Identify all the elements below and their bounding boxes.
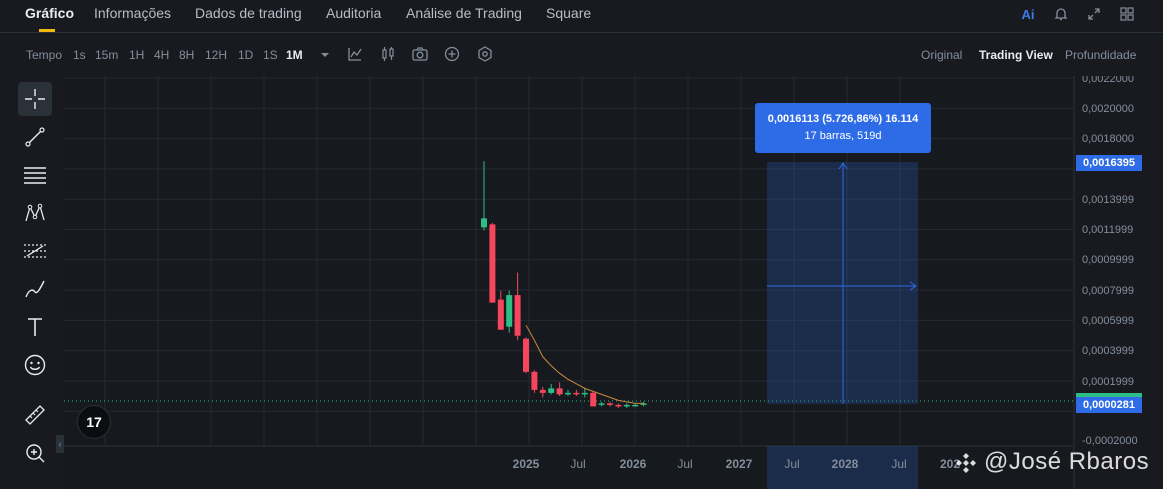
tempo-label: Tempo [26,48,63,62]
time-tick-label: Jul [891,457,906,471]
drawing-tools-sidebar [0,76,64,489]
tab-grafico[interactable]: Gráfico [25,5,74,21]
last-price-badge: 0,0000281 [1076,397,1142,413]
candle-body [590,392,597,407]
price-tick-label: 0,0022000 [1082,76,1134,85]
time-tick-label: 2028 [832,457,859,471]
candle-body [573,392,580,395]
active-tab-indicator [39,29,55,32]
view-original[interactable]: Original [921,48,962,62]
price-tick-label: 0,0020000 [1082,103,1134,115]
candle-body [548,388,555,393]
collapse-sidebar-button[interactable]: ‹ [56,435,64,453]
candle-body [623,404,630,407]
crosshair-icon[interactable] [18,82,52,116]
indicator-icon[interactable] [346,45,364,63]
interval-8h[interactable]: 8H [179,48,194,62]
chevron-down-icon[interactable] [316,45,334,63]
price-tick-label: 0,0007999 [1082,285,1134,297]
pattern-icon[interactable] [18,196,52,230]
tab-informacoes[interactable]: Informações [94,5,171,21]
candle-body [481,218,487,228]
candle-body [506,295,513,327]
expand-icon[interactable] [1085,6,1103,24]
candle-body [489,224,496,303]
time-axis: 2025 Jul 2026 Jul 2027 Jul 2028 Jul 202 [513,457,961,471]
time-tick-label: 2027 [726,457,753,471]
candle-type-icon[interactable] [379,45,397,63]
fib-icon[interactable] [18,234,52,268]
price-tick-label: 0,0009999 [1082,254,1134,266]
tab-square[interactable]: Square [546,5,591,21]
chart-toolbar: Tempo 1s 15m 1H 4H 8H 12H 1D 1S 1M Origi… [0,34,1163,76]
candle-body [598,403,605,405]
interval-1m[interactable]: 1M [286,48,303,62]
candle-body [565,392,571,395]
tradingview-logo[interactable]: 17 [77,405,111,439]
candle-body [556,388,563,395]
candle-body [523,338,529,372]
price-tick-label: 0,0011999 [1082,224,1133,236]
candle-body [531,371,538,390]
time-tick-label: 2026 [620,457,647,471]
interval-15m[interactable]: 15m [95,48,118,62]
emoji-icon[interactable] [18,348,52,382]
time-tick-label: Jul [784,457,799,471]
zoom-in-icon[interactable] [18,436,52,470]
candle-body [514,295,521,336]
interval-1d[interactable]: 1D [238,48,253,62]
settings-icon[interactable] [476,45,494,63]
interval-1h[interactable]: 1H [129,48,144,62]
text-icon[interactable] [18,310,52,344]
tab-dados-de-trading[interactable]: Dados de trading [195,5,302,21]
candle-body [607,403,613,405]
price-tick-label: 0,0001999 [1082,376,1134,388]
add-icon[interactable] [443,45,461,63]
candle-body [615,404,622,407]
time-tick-label: Jul [677,457,692,471]
interval-1s-week[interactable]: 1S [263,48,278,62]
bell-icon[interactable] [1052,6,1070,24]
interval-1s[interactable]: 1s [73,48,86,62]
interval-12h[interactable]: 12H [205,48,227,62]
trendline-icon[interactable] [18,120,52,154]
camera-icon[interactable] [411,45,429,63]
price-tick-label: 0,0018000 [1082,133,1134,145]
interval-4h[interactable]: 4H [154,48,169,62]
measure-tooltip: 0,0016113 (5.726,86%) 16.114 17 barras, … [755,103,931,153]
horizontal-lines-icon[interactable] [18,158,52,192]
candle-body [632,404,639,407]
tab-auditoria[interactable]: Auditoria [326,5,381,21]
binance-logo-icon [956,453,976,473]
price-tick-label: -0,0002000 [1082,435,1138,447]
top-tab-bar: Gráfico Informações Dados de trading Aud… [0,0,1163,33]
ai-icon[interactable]: Ai [1019,6,1037,24]
candle-body [581,392,588,395]
user-watermark: @José Rbaros [984,448,1150,475]
price-tick-label: 0,0003999 [1082,345,1134,357]
time-tick-label: 2025 [513,457,540,471]
chart-canvas: 0,0022000 0,0020000 0,0018000 0,0013999 0,00… [64,76,1138,489]
price-axis: 0,0022000 0,0020000 0,0018000 0,0013999 0,00… [1082,76,1138,447]
price-tick-label: 0,0005999 [1082,315,1134,327]
price-tick-label: 0,0013999 [1082,194,1134,206]
measure-price-badge: 0,0016395 [1076,155,1142,171]
measure-line-2: 17 barras, 519d [804,130,882,142]
grid-icon[interactable] [1118,6,1136,24]
view-trading-view[interactable]: Trading View [979,48,1053,62]
ruler-icon[interactable] [18,398,52,432]
price-chart[interactable]: 0,0022000 0,0020000 0,0018000 0,0013999 0,00… [64,76,1163,489]
measure-line-1: 0,0016113 (5.726,86%) 16.114 [767,113,919,125]
brush-icon[interactable] [18,272,52,306]
time-tick-label: Jul [570,457,585,471]
candle-body [497,299,504,330]
tab-analise-de-trading[interactable]: Análise de Trading [406,5,522,21]
candle-body [539,389,546,393]
view-profundidade[interactable]: Profundidade [1065,48,1136,62]
